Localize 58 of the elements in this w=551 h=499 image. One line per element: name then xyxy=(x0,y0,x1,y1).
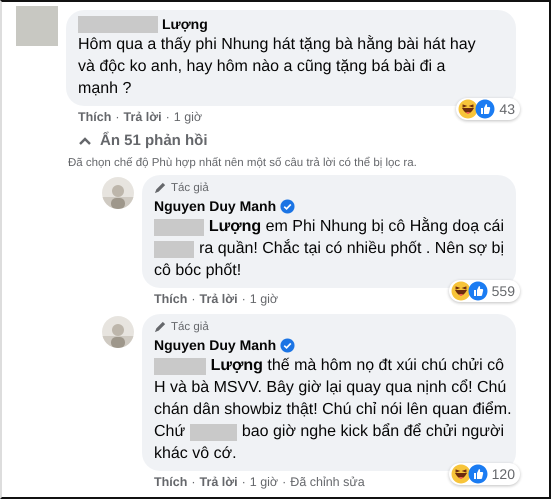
separator-dot: · xyxy=(166,110,170,124)
redaction-block xyxy=(154,240,194,258)
pencil-icon xyxy=(154,320,167,333)
comment-text: cô bóc phốt! xyxy=(154,261,242,281)
filter-note: Đã chọn chế độ Phù hợp nhất nên một số câu trả lời có thể bị lọc ra. xyxy=(68,157,418,169)
action-link[interactable]: Trả lời xyxy=(200,475,238,489)
chevron-up-icon xyxy=(78,136,92,146)
separator-dot: · xyxy=(191,475,196,489)
action-link[interactable]: Trả lời xyxy=(124,110,162,124)
author-name[interactable]: Lượng xyxy=(162,16,208,32)
reaction-count: 559 xyxy=(492,283,515,299)
comment-text: ra quần! Chắc tại có nhiều phốt . Nên sợ bị xyxy=(199,238,504,259)
separator-dot: · xyxy=(242,475,246,489)
comment-text: Lượng thế mà hôm nọ đt xúi chú chửi cô xyxy=(210,356,504,376)
separator-dot: · xyxy=(282,475,286,489)
action-link[interactable]: Thích xyxy=(78,110,112,124)
reactions-badge[interactable]: 120 xyxy=(448,463,520,485)
author-name[interactable]: Nguyen Duy Manh xyxy=(154,198,276,214)
reaction-count: 120 xyxy=(492,466,515,482)
avatar xyxy=(102,316,134,348)
reactions-badge[interactable]: 43 xyxy=(456,98,520,120)
avatar xyxy=(102,177,134,209)
comment-meta: 1 giờ xyxy=(250,475,278,489)
laughing-face-icon xyxy=(450,464,471,484)
comment-text: Lượng em Phi Nhung bị cô Hằng doạ cái xyxy=(208,216,504,237)
redaction-block xyxy=(154,218,204,236)
comment-text: khác vô cớ. xyxy=(154,444,237,464)
action-link[interactable]: Thích xyxy=(154,475,188,489)
thumbs-up-icon xyxy=(468,281,488,301)
comment-meta: 1 giờ xyxy=(174,110,202,124)
author-label: Tác giả xyxy=(171,182,209,194)
comment-text: bao giờ nghe kick bẩn để chửi người xyxy=(242,422,504,442)
separator-dot: · xyxy=(242,292,246,306)
comment-text: Chứ xyxy=(154,422,186,442)
pencil-icon xyxy=(154,181,167,194)
comment-text: chán dân showbiz thật! Chú chỉ nói lên quan điểm. xyxy=(154,400,512,420)
separator-dot: · xyxy=(191,292,196,306)
laughing-face-icon xyxy=(450,281,471,301)
comment-text: Hôm qua a thấy phi Nhung hát tặng bà hằng bài hát hay xyxy=(78,34,476,55)
comment-meta: 1 giờ xyxy=(250,292,278,306)
comment-text: H và bà MSVV. Bây giờ lại quay qua nịnh cổ! Chú xyxy=(154,378,506,398)
redaction-block xyxy=(190,424,237,440)
separator-dot: · xyxy=(115,110,120,124)
thumbs-up-icon xyxy=(468,464,488,484)
redaction-block xyxy=(154,358,206,374)
comment-text: mạnh ? xyxy=(78,79,132,99)
author-name[interactable]: Nguyen Duy Manh xyxy=(154,337,276,353)
author-label: Tác giả xyxy=(171,320,209,332)
action-link[interactable]: Trả lời xyxy=(200,292,238,306)
comment-meta: Đã chỉnh sửa xyxy=(290,475,365,489)
comment-text: và độc ko anh, hay hôm nào a cũng tặng bá bài đi a xyxy=(78,57,446,77)
avatar[interactable] xyxy=(16,6,58,46)
laughing-face-icon xyxy=(458,99,478,119)
hide-replies-link[interactable]: Ẩn 51 phản hồi xyxy=(78,132,208,149)
reactions-badge[interactable]: 559 xyxy=(448,280,520,302)
action-link[interactable]: Thích xyxy=(154,292,188,306)
thumbs-up-icon xyxy=(475,99,496,119)
reaction-count: 43 xyxy=(499,101,515,117)
